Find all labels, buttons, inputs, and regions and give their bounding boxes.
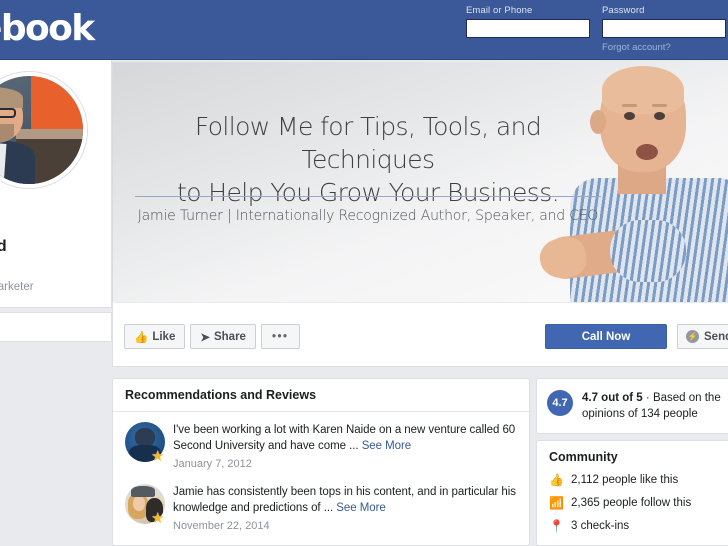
review-body: Jamie has consistently been tops in his … (169, 484, 517, 532)
reviews-section-title: Recommendations and Reviews (113, 379, 529, 412)
rating-score-badge: 4.7 (547, 390, 573, 416)
review-item: ★ Jamie has consistently been tops in hi… (113, 474, 529, 536)
facebook-top-navigation-bar: ebook Email or Phone Password Forgot acc… (0, 0, 728, 60)
cover-subline: Jamie Turner | Internationally Recognize… (137, 208, 599, 224)
reviewer-avatar-wrap: ★ (125, 484, 169, 532)
cover-headline-line1: Follow Me for Tips, Tools, and Technique… (194, 112, 542, 174)
see-more-link[interactable]: See More (362, 440, 412, 452)
rating-summary: 4.7 out of 5 · Based on the opinions of … (582, 390, 725, 422)
page-title-line1: cond (0, 238, 7, 255)
community-likes-label: 2,112 people like this (571, 474, 679, 486)
cover-photo[interactable]: Follow Me for Tips, Tools, and Technique… (112, 62, 728, 302)
rating-headline: 4.7 out of 5 (582, 392, 643, 404)
person-eye-right (654, 112, 665, 120)
page-profile-card: cond ter ondMarketer (0, 60, 112, 308)
person-sleeve (610, 220, 686, 282)
review-body: I've been working a lot with Karen Naide… (169, 422, 517, 470)
facebook-logo[interactable]: ebook (0, 8, 95, 49)
share-button[interactable]: ➤ Share (190, 324, 256, 349)
community-followers-row: 📶 2,365 people follow this (549, 496, 723, 510)
page-rating-card: 4.7 4.7 out of 5 · Based on the opinions… (536, 378, 728, 434)
share-arrow-icon: ➤ (200, 331, 210, 344)
community-likes-row: 👍 2,112 people like this (549, 473, 723, 487)
password-field-label: Password (602, 5, 645, 16)
more-options-button[interactable]: ••• (260, 324, 300, 349)
community-checkins-row: 📍 3 check-ins (549, 519, 723, 533)
send-button-label: Send (704, 330, 728, 343)
avatar-bg-shelf (16, 128, 83, 139)
review-item: ★ I've been working a lot with Karen Nai… (113, 412, 529, 474)
see-more-link[interactable]: See More (336, 502, 386, 514)
cover-headline: Follow Me for Tips, Tools, and Technique… (129, 110, 607, 209)
person-eyebrow-right (652, 104, 667, 107)
avatar-bg-wall (31, 76, 83, 137)
left-sidebar-secondary-card (0, 312, 112, 342)
review-date: January 7, 2012 (173, 458, 252, 470)
thumbs-up-icon: 👍 (134, 331, 149, 344)
left-sidebar-nav: ity per (0, 472, 112, 524)
review-text: I've been working a lot with Karen Naide… (173, 422, 517, 454)
forgot-account-link[interactable]: Forgot account? (602, 42, 726, 53)
page-handle: ondMarketer (0, 281, 34, 293)
person-eyebrow-left (622, 104, 637, 107)
recommendation-star-icon: ★ (151, 510, 165, 527)
like-button-label: Like (152, 330, 176, 343)
reviewer-hat (130, 486, 156, 497)
password-field-group: Password Forgot account? (602, 5, 726, 53)
person-scalp (602, 66, 684, 114)
rss-follow-icon: 📶 (549, 496, 564, 510)
email-field-group: Email or Phone (466, 5, 590, 53)
rating-separator: · (642, 392, 653, 404)
community-card: Community 👍 2,112 people like this 📶 2,3… (536, 440, 728, 546)
recommendations-and-reviews-card: Recommendations and Reviews ★ I've been … (112, 378, 530, 546)
send-message-button[interactable]: ⚡ Send (677, 324, 728, 349)
cover-headline-line2: to Help You Grow Your Business. (177, 178, 560, 207)
review-text: Jamie has consistently been tops in his … (173, 484, 517, 516)
avatar-hair (0, 86, 23, 109)
sidebar-item-create-page[interactable]: per (0, 498, 112, 524)
page-title: cond ter (0, 236, 119, 278)
call-now-button[interactable]: Call Now (545, 324, 667, 349)
location-pin-icon: 📍 (549, 519, 564, 533)
share-button-label: Share (213, 330, 246, 343)
email-or-phone-input[interactable] (466, 19, 590, 38)
reviewer-face (133, 496, 145, 512)
review-date: November 22, 2014 (173, 520, 270, 532)
person-mouth (636, 144, 658, 160)
reviewer-avatar-wrap: ★ (125, 422, 169, 470)
page-action-buttons: 👍 Like ➤ Share ••• (124, 324, 300, 349)
page-profile-picture[interactable] (0, 72, 87, 188)
thumbs-up-icon: 👍 (549, 473, 564, 487)
community-followers-label: 2,365 people follow this (571, 497, 692, 509)
reviewer-face (134, 428, 156, 447)
person-eye-left (624, 112, 635, 120)
page-title-line2: ter (0, 257, 119, 278)
facebook-page-screenshot: ebook Email or Phone Password Forgot acc… (0, 0, 728, 546)
avatar-glasses (0, 108, 17, 119)
cover-divider-rule (135, 196, 601, 197)
community-checkins-label: 3 check-ins (571, 520, 630, 532)
review-text-value: I've been working a lot with Karen Naide… (173, 424, 516, 452)
password-input[interactable] (602, 19, 726, 38)
sidebar-item-community[interactable]: ity (0, 472, 112, 498)
community-title: Community (549, 450, 618, 464)
left-sidebar: cond ter ondMarketer ity per (0, 60, 112, 546)
email-field-label: Email or Phone (466, 5, 533, 16)
messenger-icon: ⚡ (686, 330, 699, 343)
recommendation-star-icon: ★ (151, 448, 165, 465)
page-action-bar: 👍 Like ➤ Share ••• Call Now ⚡ Send (112, 303, 728, 367)
avatar-beard (0, 123, 14, 143)
login-form: Email or Phone Password Forgot account? (466, 5, 726, 53)
like-button[interactable]: 👍 Like (124, 324, 186, 349)
